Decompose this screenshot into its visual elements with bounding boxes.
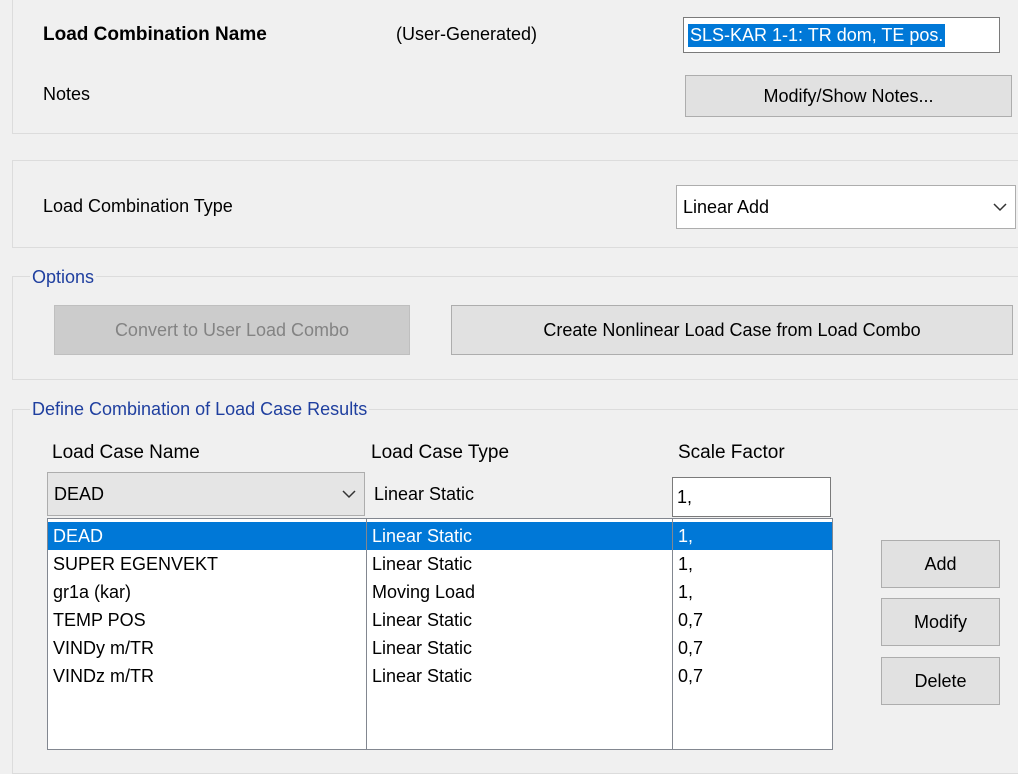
list-item[interactable]: VINDz m/TR: [48, 662, 366, 690]
list-item[interactable]: 1,: [673, 550, 832, 578]
list-item[interactable]: Moving Load: [367, 578, 672, 606]
list-item[interactable]: Linear Static: [367, 606, 672, 634]
combo-type-value: Linear Add: [683, 196, 770, 217]
combo-type-select[interactable]: Linear Add: [676, 185, 1016, 229]
create-nonlinear-case-button[interactable]: Create Nonlinear Load Case from Load Com…: [451, 305, 1013, 355]
scale-factor-input[interactable]: 1,: [672, 477, 831, 517]
list-item[interactable]: DEAD: [48, 522, 366, 550]
list-item[interactable]: 1,: [673, 578, 832, 606]
load-case-name-value: DEAD: [54, 483, 105, 504]
list-item[interactable]: 0,7: [673, 662, 832, 690]
chevron-down-icon: [993, 203, 1007, 212]
list-item[interactable]: TEMP POS: [48, 606, 366, 634]
list-item[interactable]: Linear Static: [367, 522, 672, 550]
list-item[interactable]: 1,: [673, 522, 832, 550]
chevron-down-icon: [342, 490, 356, 499]
list-item[interactable]: Linear Static: [367, 634, 672, 662]
modify-button[interactable]: Modify: [881, 598, 1000, 646]
load-case-type-value: Linear Static: [374, 484, 475, 504]
convert-to-user-combo-button[interactable]: Convert to User Load Combo: [54, 305, 410, 355]
header-load-case-type: Load Case Type: [371, 442, 510, 463]
list-item[interactable]: VINDy m/TR: [48, 634, 366, 662]
load-case-name-list[interactable]: DEAD SUPER EGENVEKT gr1a (kar) TEMP POS …: [47, 518, 367, 750]
add-button[interactable]: Add: [881, 540, 1000, 588]
notes-label: Notes: [43, 84, 91, 104]
list-item[interactable]: Linear Static: [367, 662, 672, 690]
scale-factor-value: 1,: [677, 486, 693, 507]
list-item[interactable]: 0,7: [673, 606, 832, 634]
list-item[interactable]: 0,7: [673, 634, 832, 662]
combo-name-value: SLS-KAR 1-1: TR dom, TE pos.: [688, 23, 946, 47]
combo-name-source: (User-Generated): [396, 24, 538, 44]
list-item[interactable]: SUPER EGENVEKT: [48, 550, 366, 578]
delete-button[interactable]: Delete: [881, 657, 1000, 705]
modify-notes-button[interactable]: Modify/Show Notes...: [685, 75, 1012, 117]
options-legend: Options: [30, 267, 97, 288]
scale-factor-list[interactable]: 1, 1, 1, 0,7 0,7 0,7: [672, 518, 833, 750]
combo-name-label: Load Combination Name: [43, 24, 267, 45]
load-case-type-list[interactable]: Linear Static Linear Static Moving Load …: [366, 518, 673, 750]
list-item[interactable]: Linear Static: [367, 550, 672, 578]
header-load-case-name: Load Case Name: [52, 442, 200, 463]
combo-type-label: Load Combination Type: [43, 196, 233, 216]
combo-name-field[interactable]: SLS-KAR 1-1: TR dom, TE pos.: [683, 17, 1000, 53]
header-scale-factor: Scale Factor: [678, 442, 785, 463]
load-case-name-select[interactable]: DEAD: [47, 472, 365, 516]
define-legend: Define Combination of Load Case Results: [30, 399, 370, 420]
list-item[interactable]: gr1a (kar): [48, 578, 366, 606]
